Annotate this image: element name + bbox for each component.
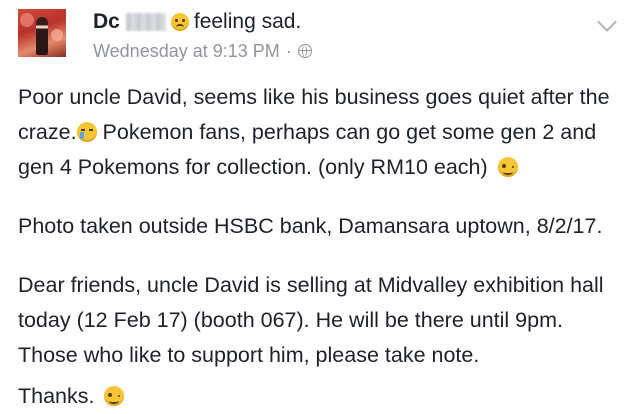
post-closing: Thanks. <box>18 384 95 408</box>
sad-face-icon <box>170 13 189 31</box>
redacted-name <box>125 13 166 31</box>
meta-separator: · <box>285 40 292 61</box>
crying-face-icon <box>76 122 97 142</box>
post-paragraph: Dear friends, uncle David is selling at … <box>18 268 628 373</box>
post-header: Dc feeling sad. Wednesday at 9:13 PM · <box>0 0 640 70</box>
post-body: Poor uncle David, seems like his busines… <box>18 80 628 414</box>
avatar-decor <box>51 29 63 41</box>
timestamp[interactable]: Wednesday at 9:13 PM <box>93 41 280 62</box>
author-name[interactable]: Dc <box>93 10 120 34</box>
post-paragraph: Poor uncle David, seems like his busines… <box>18 80 628 185</box>
post-paragraph: Thanks. <box>18 379 628 414</box>
avatar-person <box>36 17 48 55</box>
name-line: Dc feeling sad. <box>93 9 301 35</box>
post-meta: Wednesday at 9:13 PM · <box>93 39 312 63</box>
avatar[interactable] <box>18 9 66 57</box>
globe-icon[interactable] <box>297 44 312 58</box>
winking-face-icon <box>497 157 518 177</box>
feeling-status[interactable]: feeling sad. <box>194 10 301 34</box>
avatar-decor <box>20 13 34 27</box>
post-paragraph: Photo taken outside HSBC bank, Damansara… <box>18 209 628 244</box>
post-text: Photo taken outside HSBC bank, Damansara… <box>18 214 603 238</box>
winking-face-icon <box>104 386 125 406</box>
post-text: Dear friends, uncle David is selling at … <box>18 273 604 367</box>
chevron-down-icon[interactable] <box>597 12 617 32</box>
